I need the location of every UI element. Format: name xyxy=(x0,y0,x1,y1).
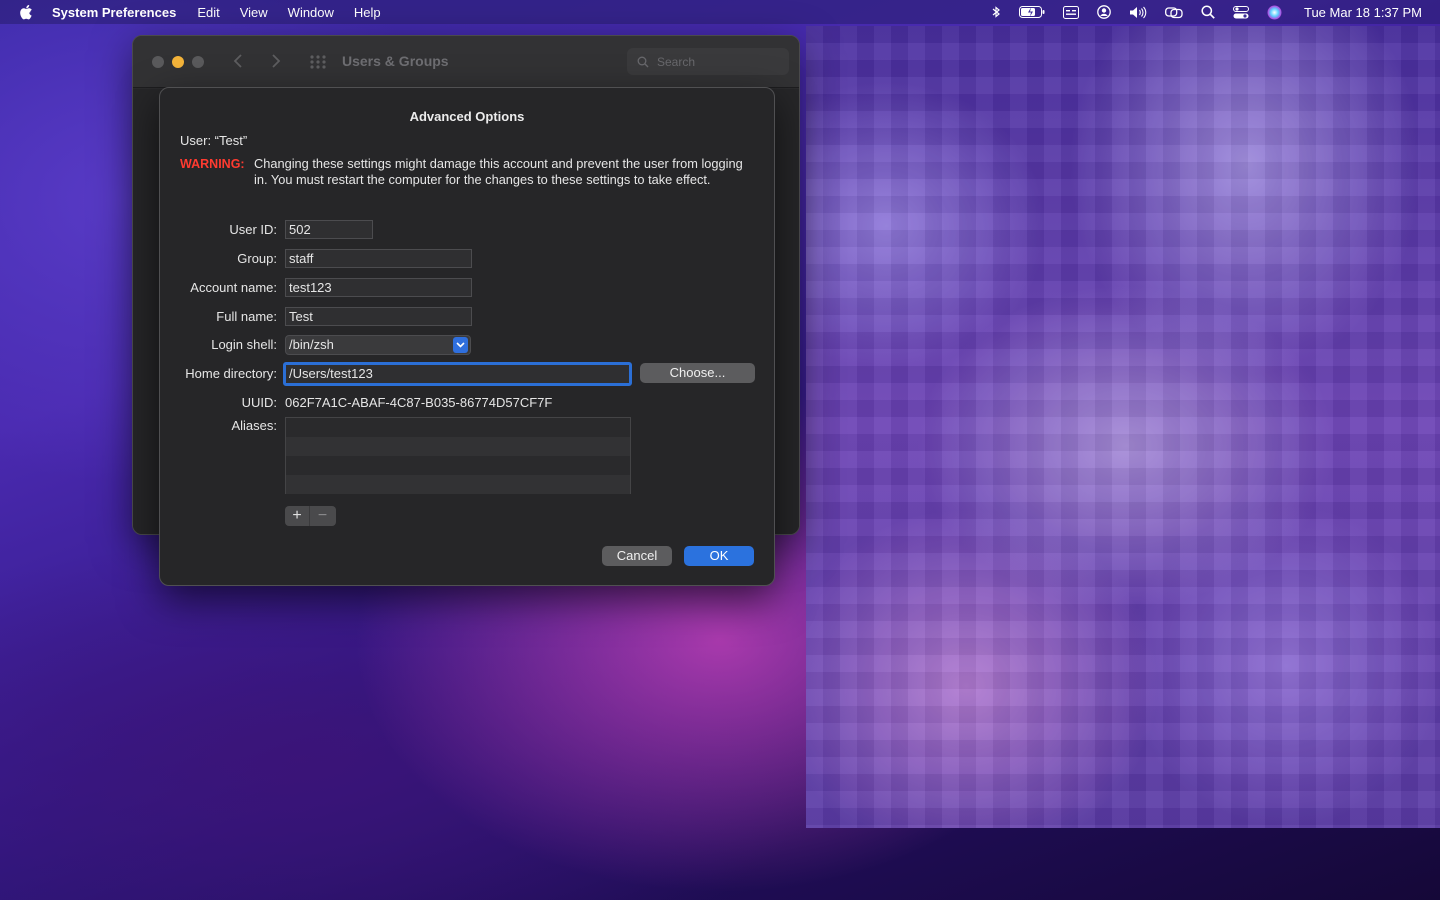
search-placeholder: Search xyxy=(657,54,696,69)
user-label: User: “Test” xyxy=(180,133,248,148)
pixelated-region xyxy=(806,26,1440,828)
uuid-label: UUID: xyxy=(241,395,277,410)
menu-edit[interactable]: Edit xyxy=(197,5,219,20)
remove-alias-button[interactable]: − xyxy=(310,506,335,526)
battery-icon[interactable] xyxy=(1018,6,1045,18)
minimize-button[interactable] xyxy=(172,56,184,68)
spotlight-icon[interactable] xyxy=(1201,5,1215,19)
aliases-label: Aliases: xyxy=(231,418,277,433)
search-field[interactable]: Search xyxy=(627,48,789,75)
screen-mirroring-icon[interactable] xyxy=(1165,6,1183,19)
user-id-field[interactable] xyxy=(285,220,373,239)
apple-menu-icon[interactable] xyxy=(18,4,34,20)
login-shell-value: /bin/zsh xyxy=(289,337,334,352)
user-id-label: User ID: xyxy=(229,222,277,237)
home-directory-field[interactable]: /Users/test123 xyxy=(283,362,632,386)
sheet-title: Advanced Options xyxy=(409,109,525,124)
bluetooth-icon[interactable] xyxy=(991,5,1001,19)
login-shell-label: Login shell: xyxy=(211,337,277,352)
volume-icon[interactable] xyxy=(1129,6,1147,19)
window-title: Users & Groups xyxy=(342,53,449,69)
group-label: Group: xyxy=(237,251,277,266)
account-name-label: Account name: xyxy=(190,280,277,295)
grid-icon[interactable] xyxy=(309,54,327,70)
full-name-label: Full name: xyxy=(216,309,277,324)
ok-button[interactable]: OK xyxy=(684,546,754,566)
cancel-button[interactable]: Cancel xyxy=(602,546,672,566)
warning-text: Changing these settings might damage thi… xyxy=(254,156,743,187)
aliases-list[interactable] xyxy=(285,417,631,494)
control-center-icon[interactable] xyxy=(1232,5,1249,19)
list-item[interactable] xyxy=(286,437,630,456)
menu-help[interactable]: Help xyxy=(354,5,381,20)
list-item[interactable] xyxy=(286,418,630,437)
home-directory-value: /Users/test123 xyxy=(289,366,373,381)
close-button[interactable] xyxy=(152,56,164,68)
siri-icon[interactable] xyxy=(1267,5,1282,20)
window-titlebar: Users & Groups Search xyxy=(133,36,799,88)
login-shell-select[interactable]: /bin/zsh xyxy=(285,335,471,355)
menu-app-name[interactable]: System Preferences xyxy=(52,5,176,20)
add-alias-button[interactable]: + xyxy=(285,506,310,526)
menu-clock[interactable]: Tue Mar 18 1:37 PM xyxy=(1304,5,1422,20)
full-name-field[interactable] xyxy=(285,307,472,326)
input-menu-icon[interactable] xyxy=(1062,5,1079,19)
choose-button[interactable]: Choose... xyxy=(640,363,755,383)
chevron-left-icon[interactable] xyxy=(233,53,243,74)
status-area: Tue Mar 18 1:37 PM xyxy=(973,0,1422,24)
list-item[interactable] xyxy=(286,456,630,475)
search-icon xyxy=(637,56,649,67)
chevron-right-icon[interactable] xyxy=(271,53,281,74)
chevron-down-icon[interactable] xyxy=(453,337,468,353)
uuid-value: 062F7A1C-ABAF-4C87-B035-86774D57CF7F xyxy=(285,395,553,410)
list-item[interactable] xyxy=(286,475,630,494)
zoom-button[interactable] xyxy=(192,56,204,68)
user-icon[interactable] xyxy=(1097,5,1111,19)
account-name-field[interactable] xyxy=(285,278,472,297)
menu-view[interactable]: View xyxy=(240,5,268,20)
advanced-options-sheet: Advanced Options User: “Test” WARNING: C… xyxy=(159,87,775,586)
home-directory-label: Home directory: xyxy=(185,366,277,381)
menu-window[interactable]: Window xyxy=(288,5,334,20)
group-field[interactable] xyxy=(285,249,472,268)
alias-segmented-control: + − xyxy=(285,506,336,526)
menu-bar: System Preferences Edit View Window Help xyxy=(0,0,1440,24)
warning-label: WARNING: xyxy=(180,157,245,171)
